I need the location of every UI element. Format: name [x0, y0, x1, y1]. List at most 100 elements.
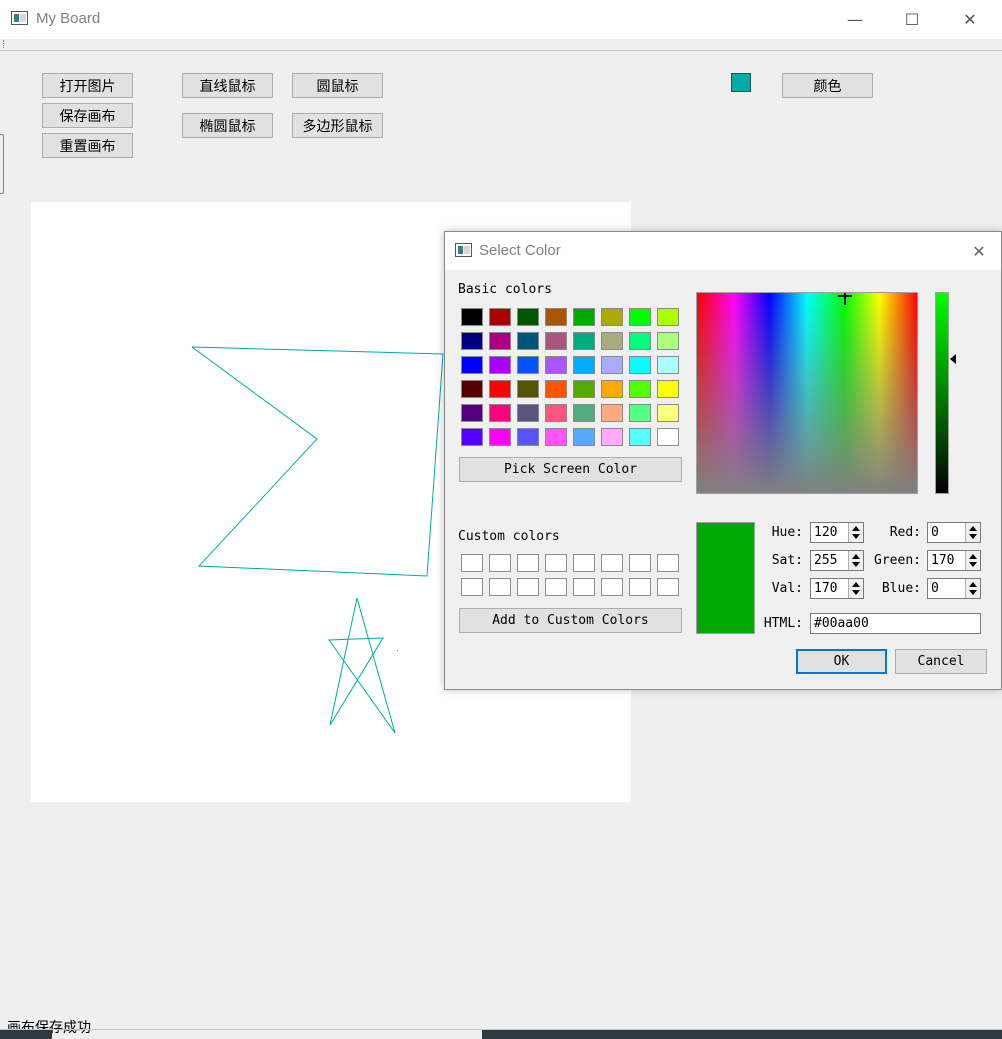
basic-color-swatch[interactable]	[573, 380, 595, 398]
basic-color-swatch[interactable]	[517, 380, 539, 398]
custom-color-swatch[interactable]	[489, 578, 511, 596]
sat-spinbox[interactable]: 255	[810, 550, 864, 571]
basic-color-swatch[interactable]	[461, 428, 483, 446]
custom-color-swatch[interactable]	[545, 554, 567, 572]
basic-color-swatch[interactable]	[573, 308, 595, 326]
spin-down-icon[interactable]	[969, 534, 977, 539]
blue-spinbox[interactable]: 0	[927, 578, 981, 599]
basic-color-swatch[interactable]	[545, 308, 567, 326]
basic-color-swatch[interactable]	[601, 428, 623, 446]
basic-color-swatch[interactable]	[629, 380, 651, 398]
basic-color-swatch[interactable]	[489, 380, 511, 398]
basic-color-swatch[interactable]	[601, 308, 623, 326]
basic-color-swatch[interactable]	[657, 380, 679, 398]
value-slider[interactable]	[935, 292, 949, 494]
basic-color-swatch[interactable]	[517, 404, 539, 422]
custom-color-swatch[interactable]	[573, 578, 595, 596]
basic-color-swatch[interactable]	[601, 356, 623, 374]
basic-color-swatch[interactable]	[461, 380, 483, 398]
custom-color-swatch[interactable]	[489, 554, 511, 572]
basic-color-swatch[interactable]	[545, 380, 567, 398]
sat-spin-arrows[interactable]	[848, 551, 863, 570]
blue-spin-arrows[interactable]	[965, 579, 980, 598]
basic-color-swatch[interactable]	[573, 428, 595, 446]
spin-down-icon[interactable]	[969, 562, 977, 567]
ok-button[interactable]: OK	[796, 649, 887, 674]
basic-color-swatch[interactable]	[657, 332, 679, 350]
custom-color-swatch[interactable]	[517, 578, 539, 596]
custom-color-swatch[interactable]	[629, 578, 651, 596]
open-image-button[interactable]: 打开图片	[42, 73, 133, 98]
spin-up-icon[interactable]	[969, 526, 977, 531]
cancel-button[interactable]: Cancel	[895, 649, 987, 674]
custom-color-swatch[interactable]	[629, 554, 651, 572]
pick-screen-color-button[interactable]: Pick Screen Color	[459, 457, 682, 482]
basic-color-swatch[interactable]	[601, 332, 623, 350]
toolbar-grip[interactable]	[3, 40, 6, 48]
basic-color-swatch[interactable]	[489, 356, 511, 374]
line-cursor-button[interactable]: 直线鼠标	[182, 73, 273, 98]
spin-down-icon[interactable]	[852, 534, 860, 539]
spin-down-icon[interactable]	[852, 562, 860, 567]
spin-up-icon[interactable]	[852, 554, 860, 559]
spin-up-icon[interactable]	[969, 582, 977, 587]
basic-color-swatch[interactable]	[461, 356, 483, 374]
dialog-close-button[interactable]: ✕	[965, 237, 993, 265]
spin-up-icon[interactable]	[969, 554, 977, 559]
basic-color-swatch[interactable]	[545, 356, 567, 374]
custom-color-swatch[interactable]	[601, 554, 623, 572]
minimize-button[interactable]: —	[826, 0, 884, 39]
reset-canvas-button[interactable]: 重置画布	[42, 133, 133, 158]
close-button[interactable]: ✕	[941, 0, 999, 39]
basic-color-swatch[interactable]	[573, 404, 595, 422]
spin-up-icon[interactable]	[852, 526, 860, 531]
red-spinbox[interactable]: 0	[927, 522, 981, 543]
basic-color-swatch[interactable]	[629, 404, 651, 422]
basic-color-swatch[interactable]	[461, 404, 483, 422]
basic-color-swatch[interactable]	[573, 332, 595, 350]
basic-color-swatch[interactable]	[545, 428, 567, 446]
basic-color-swatch[interactable]	[489, 332, 511, 350]
custom-color-swatch[interactable]	[517, 554, 539, 572]
basic-color-swatch[interactable]	[601, 404, 623, 422]
basic-color-swatch[interactable]	[545, 404, 567, 422]
hue-saturation-picker[interactable]	[696, 292, 918, 494]
save-canvas-button[interactable]: 保存画布	[42, 103, 133, 128]
basic-color-swatch[interactable]	[657, 308, 679, 326]
basic-color-swatch[interactable]	[517, 428, 539, 446]
ellipse-cursor-button[interactable]: 椭圆鼠标	[182, 113, 273, 138]
val-spinbox[interactable]: 170	[810, 578, 864, 599]
green-spin-arrows[interactable]	[965, 551, 980, 570]
color-button[interactable]: 颜色	[782, 73, 873, 98]
value-slider-arrow[interactable]	[950, 354, 956, 364]
maximize-button[interactable]: ☐	[883, 0, 941, 39]
basic-color-swatch[interactable]	[489, 404, 511, 422]
basic-color-swatch[interactable]	[657, 356, 679, 374]
basic-color-swatch[interactable]	[629, 332, 651, 350]
val-spin-arrows[interactable]	[848, 579, 863, 598]
custom-color-swatch[interactable]	[573, 554, 595, 572]
basic-color-swatch[interactable]	[489, 308, 511, 326]
basic-color-swatch[interactable]	[657, 404, 679, 422]
polygon-cursor-button[interactable]: 多边形鼠标	[292, 113, 383, 138]
basic-color-swatch[interactable]	[517, 356, 539, 374]
basic-color-swatch[interactable]	[545, 332, 567, 350]
spin-down-icon[interactable]	[969, 590, 977, 595]
spin-up-icon[interactable]	[852, 582, 860, 587]
circle-cursor-button[interactable]: 圆鼠标	[292, 73, 383, 98]
basic-color-swatch[interactable]	[461, 308, 483, 326]
basic-color-swatch[interactable]	[461, 332, 483, 350]
basic-color-swatch[interactable]	[489, 428, 511, 446]
basic-color-swatch[interactable]	[517, 332, 539, 350]
basic-color-swatch[interactable]	[629, 428, 651, 446]
custom-color-swatch[interactable]	[601, 578, 623, 596]
hue-spin-arrows[interactable]	[848, 523, 863, 542]
basic-color-swatch[interactable]	[517, 308, 539, 326]
basic-color-swatch[interactable]	[629, 356, 651, 374]
custom-color-swatch[interactable]	[461, 578, 483, 596]
basic-color-swatch[interactable]	[601, 380, 623, 398]
red-spin-arrows[interactable]	[965, 523, 980, 542]
spin-down-icon[interactable]	[852, 590, 860, 595]
basic-color-swatch[interactable]	[629, 308, 651, 326]
add-custom-colors-button[interactable]: Add to Custom Colors	[459, 608, 682, 633]
